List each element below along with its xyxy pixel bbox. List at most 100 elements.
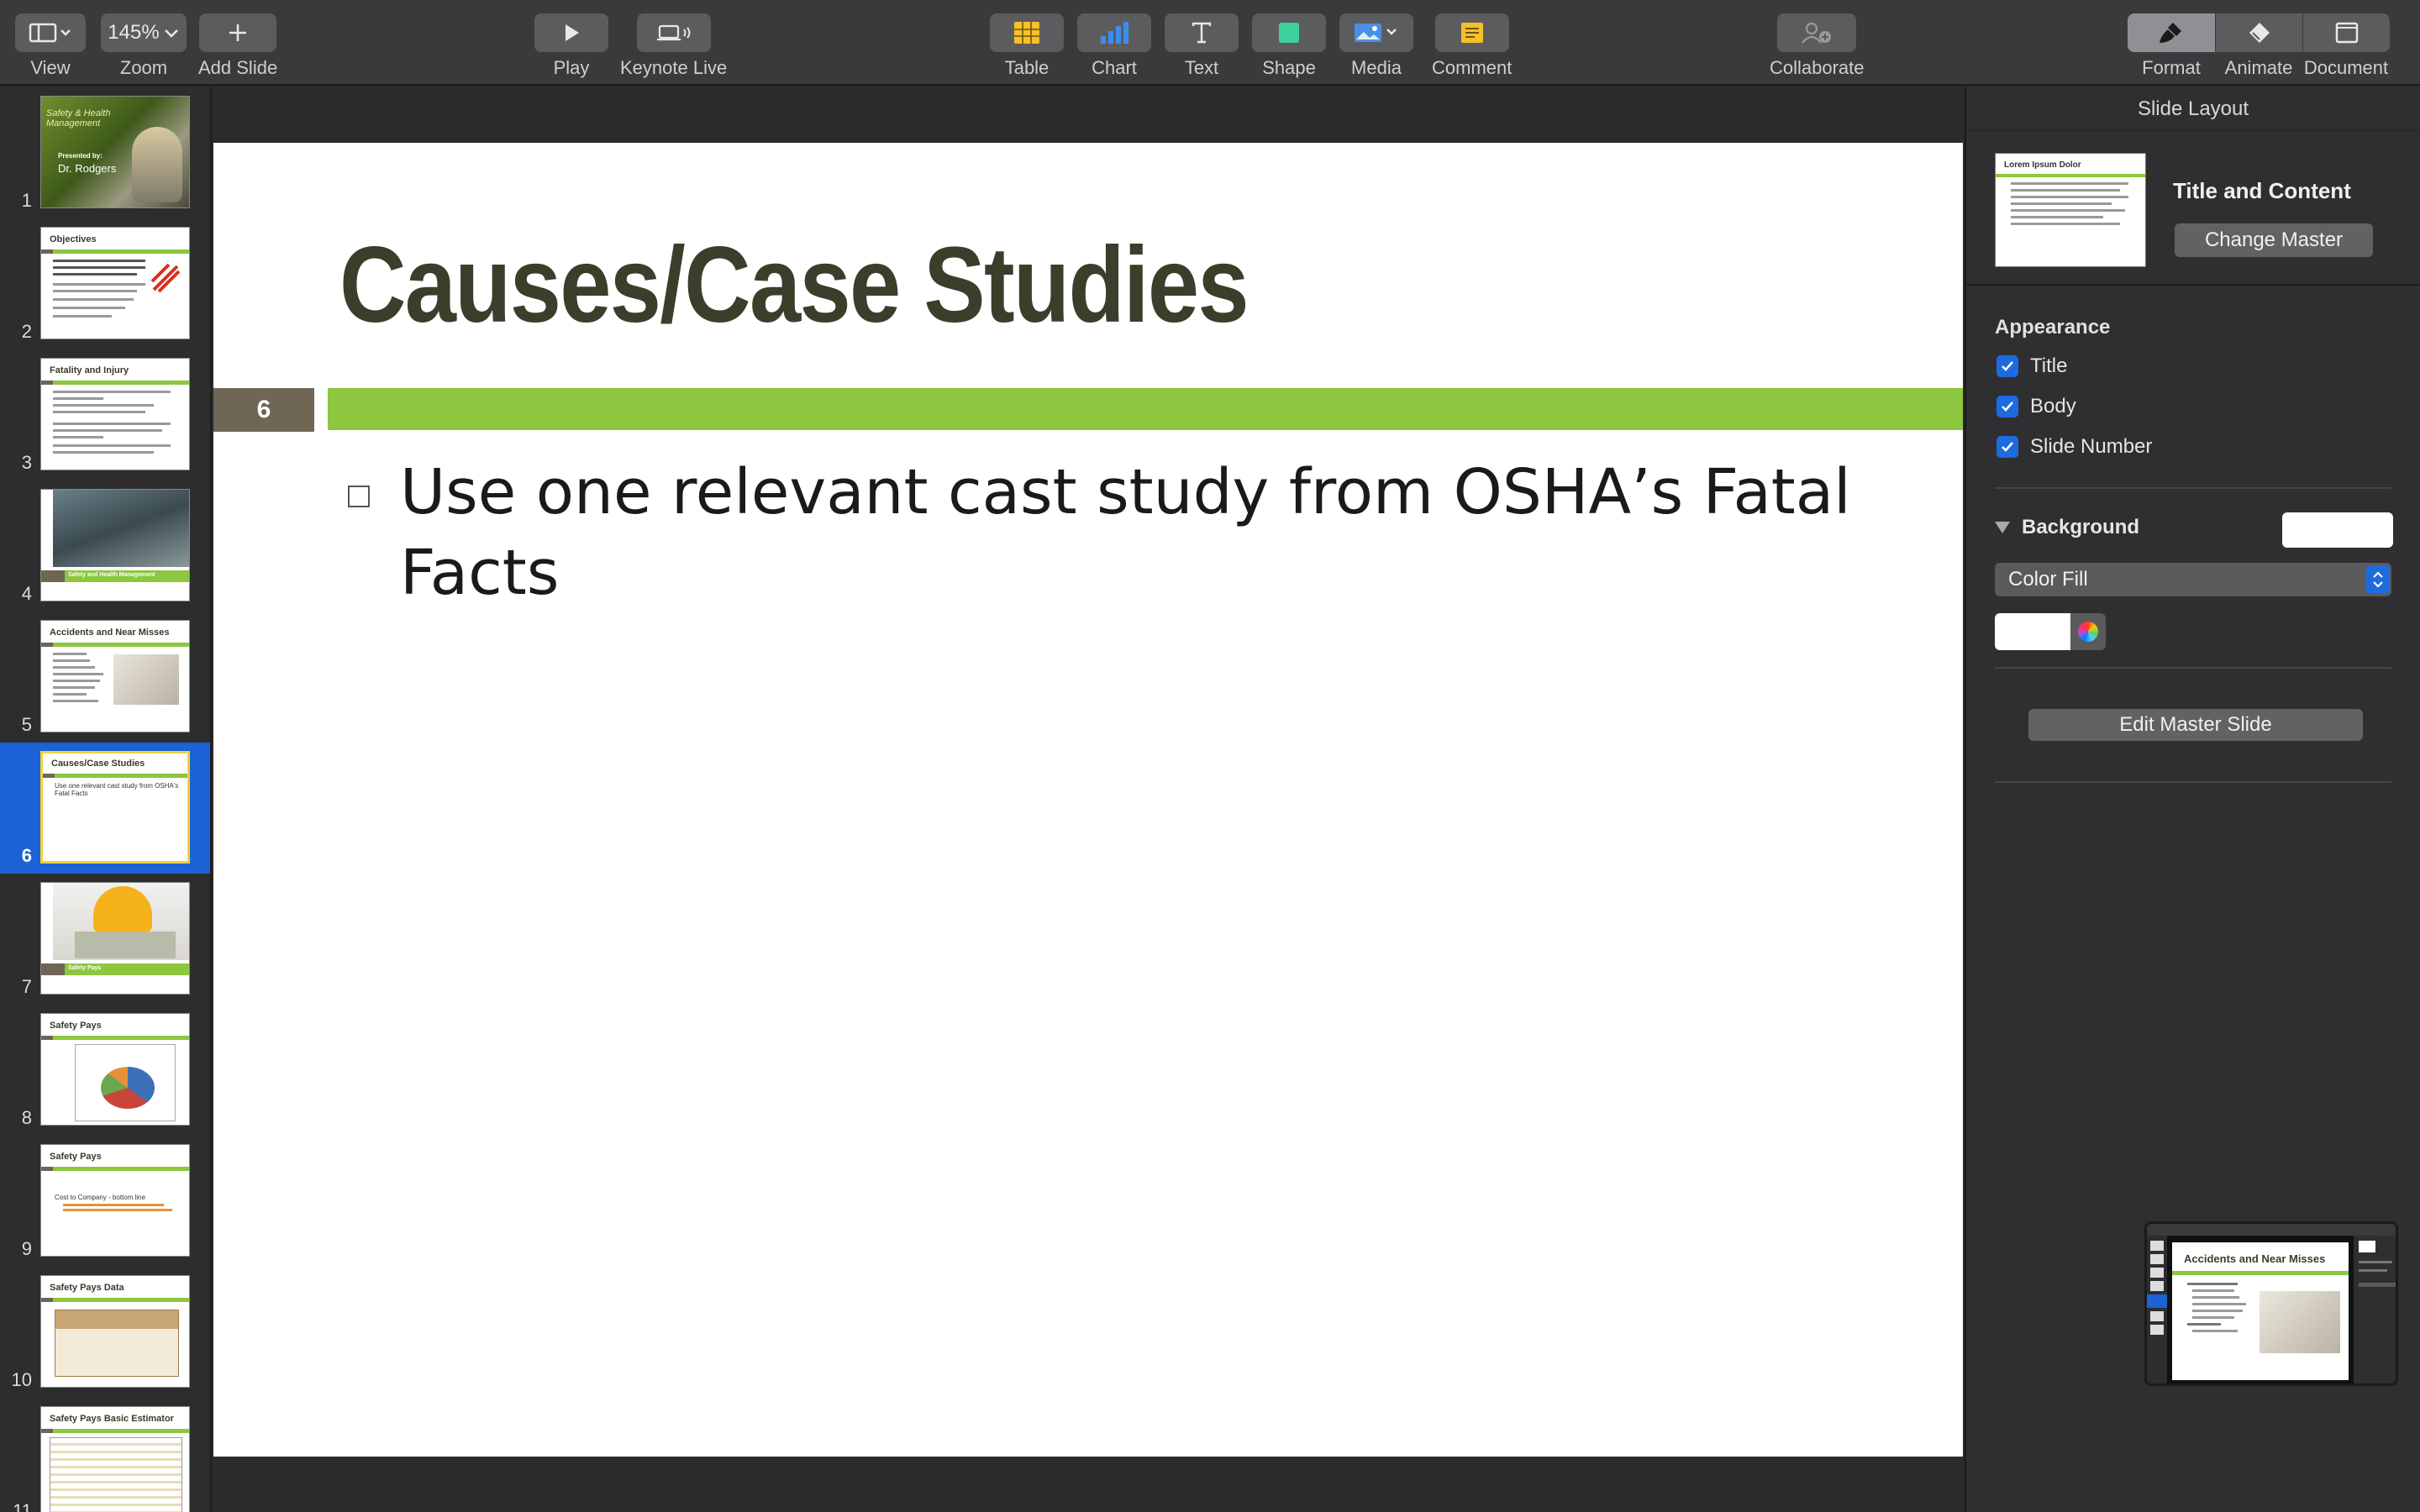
background-disclosure[interactable]: Background [1995,516,2139,539]
slide-thumbnail-1[interactable]: Safety & Health Management Presented by:… [0,87,210,218]
comment-button[interactable] [1434,13,1509,52]
format-label: Format [2142,57,2201,78]
slide-number: 4 [21,583,32,604]
view-button[interactable] [15,13,86,52]
document-label: Document [2303,57,2389,78]
divider [1966,284,2420,286]
master-slide-thumbnail[interactable]: Lorem Ipsum Dolor [1995,153,2146,267]
comment-control[interactable]: Comment [1432,13,1512,79]
body-checkbox-row[interactable]: Body [1996,395,2076,418]
thumb-accent-bar [41,643,189,647]
slide-thumbnail-9[interactable]: Safety Pays Cost to Company - bottom lin… [0,1136,210,1267]
slide-number-checkbox[interactable] [1996,436,2018,458]
thumb-accent-bar [41,1036,189,1040]
slide-thumbnail-7[interactable]: Safety Pays 7 [0,874,210,1005]
media-control[interactable]: Media [1339,13,1413,79]
animate-button[interactable] [2215,13,2302,52]
play-control[interactable]: Play [534,13,608,79]
thumb-text-line [53,411,145,413]
media-button[interactable] [1339,13,1413,52]
current-slide[interactable]: Causes/Case Studies 6 Use one relevant c… [213,143,1963,1457]
zoom-select[interactable]: 145% [101,13,187,52]
appearance-heading: Appearance [1995,316,2111,339]
color-wheel-button[interactable] [2070,613,2106,650]
edit-master-slide-button[interactable]: Edit Master Slide [2028,709,2363,741]
checkmark-icon [2002,361,2013,371]
add-slide-button[interactable] [199,13,277,52]
preview-navigator [2147,1236,2167,1383]
master-thumb-line [2011,182,2128,185]
slide-thumbnail-2[interactable]: Objectives 2 [0,218,210,349]
thumb-accent-bar [41,1429,189,1433]
pie-graphic [101,1067,155,1109]
slide-thumbnail-6[interactable]: Causes/Case Studies Use one relevant cas… [0,743,210,874]
preview-accent-bar [2172,1271,2349,1275]
thumb-title: Causes/Case Studies [51,759,145,769]
thumb-accent-bar: Safety and Health Management [41,570,189,582]
slide-preview: Safety Pays Basic Estimator [40,1406,190,1512]
background-color-swatch[interactable] [2282,512,2393,548]
slide-thumbnail-4[interactable]: Safety and Health Management 4 [0,480,210,612]
preview-text-line [2187,1323,2221,1326]
thumb-link-line [63,1204,164,1206]
thumb-title: Safety Pays Data [50,1283,124,1293]
slide-number-checkbox-row[interactable]: Slide Number [1996,435,2152,459]
fill-color-well[interactable] [1995,613,2070,650]
master-thumb-line [2011,202,2112,205]
body-checkbox[interactable] [1996,396,2018,417]
chart-button[interactable] [1077,13,1151,52]
slide-thumbnail-5[interactable]: Accidents and Near Misses 5 [0,612,210,743]
format-tab[interactable]: Format [2128,13,2215,79]
change-master-button[interactable]: Change Master [2175,223,2373,257]
slide-navigator[interactable]: Safety & Health Management Presented by:… [0,87,212,1512]
keynote-live-button[interactable] [636,13,711,52]
preview-text-line [2192,1316,2234,1319]
slide-thumbnail-10[interactable]: Safety Pays Data 10 [0,1267,210,1398]
view-control[interactable]: View [15,13,86,79]
document-tab[interactable]: Document [2302,13,2390,79]
slide-thumbnail-3[interactable]: Fatality and Injury 3 [0,349,210,480]
slide-number: 8 [21,1107,32,1128]
table-control[interactable]: Table [990,13,1064,79]
worker-photo [132,127,182,202]
shape-label: Shape [1262,57,1316,78]
background-label: Background [2022,516,2140,538]
text-control[interactable]: Text [1165,13,1239,79]
zoom-control[interactable]: 145% Zoom [101,13,187,79]
fill-type-select[interactable]: Color Fill [1995,563,2391,596]
view-label: View [30,57,71,78]
play-button[interactable] [534,13,608,52]
title-checkbox[interactable] [1996,355,2018,377]
thumb-accent-bar [41,381,189,385]
text-button[interactable] [1165,13,1239,52]
slide-preview: Safety & Health Management Presented by:… [40,96,190,208]
title-checkbox-row[interactable]: Title [1996,354,2067,378]
slide-title[interactable]: Causes/Case Studies [339,223,1249,347]
shape-control[interactable]: Shape [1252,13,1326,79]
table-button[interactable] [990,13,1064,52]
chevron-down-icon [164,29,178,38]
preview-thumb [2150,1311,2164,1321]
thumb-text-line [53,298,134,301]
slide-number-box[interactable]: 6 [213,388,314,432]
chart-control[interactable]: Chart [1077,13,1151,79]
shape-button[interactable] [1252,13,1326,52]
add-slide-control[interactable]: Add Slide [198,13,277,79]
animate-icon [2249,23,2270,43]
disclosure-triangle-icon[interactable] [1995,522,2010,533]
keynote-live-control[interactable]: Keynote Live [620,13,727,79]
slide-thumbnail-8[interactable]: Safety Pays 8 [0,1005,210,1136]
thumb-graphic [149,261,182,295]
slide-thumbnail-11[interactable]: Safety Pays Basic Estimator 11 [0,1398,210,1512]
document-button[interactable] [2302,13,2390,52]
format-button[interactable] [2128,13,2215,52]
collaborate-button[interactable] [1777,13,1857,52]
animate-tab[interactable]: Animate [2215,13,2302,79]
thumb-title: Objectives [50,234,97,244]
thumb-accent-bar [43,774,187,778]
slide-number: 7 [21,976,32,997]
slide-body-text[interactable]: Use one relevant cast study from OSHA’s … [400,452,1912,613]
collaborate-control[interactable]: Collaborate [1770,13,1865,79]
window-preview-thumbnail[interactable]: Accidents and Near Misses [2144,1221,2398,1386]
thumb-text-line [53,693,87,696]
